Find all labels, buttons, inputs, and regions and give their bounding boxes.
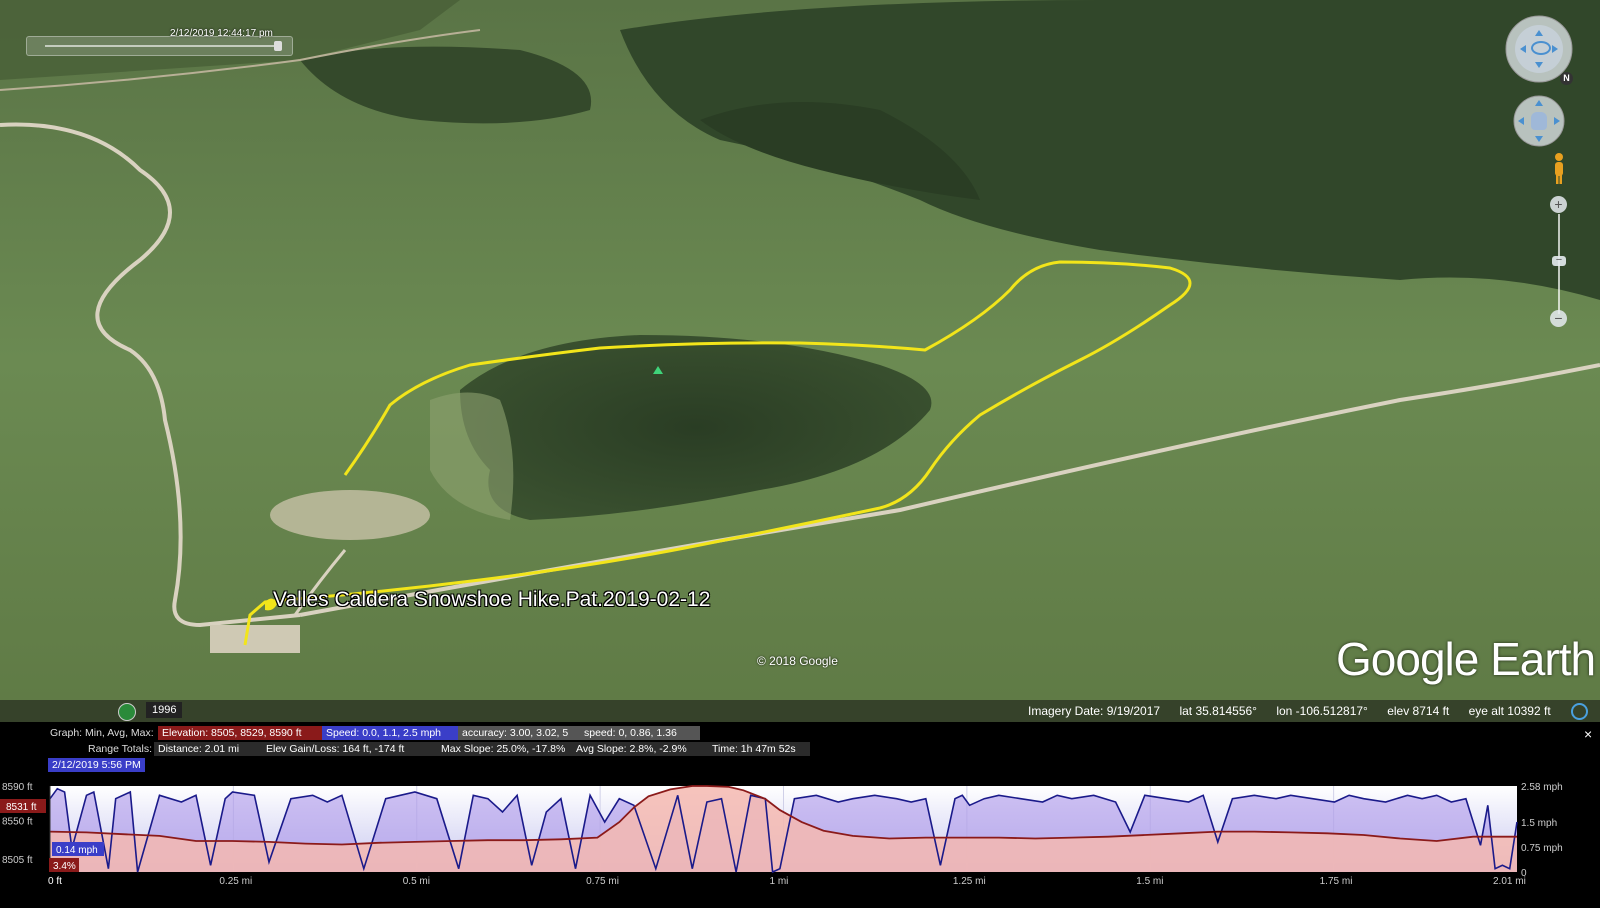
zoom-slider[interactable]: + − − [1549, 196, 1569, 334]
distance-total: Distance: 2.01 mi [154, 742, 262, 756]
zoom-out-button[interactable]: − [1550, 310, 1567, 327]
cursor-elevation-tag: 8531 ft [6, 802, 37, 813]
elevation-readout: elev 8714 ft [1387, 704, 1450, 718]
cursor-date-tag: 2/12/2019 5:56 PM [48, 758, 145, 772]
x-tick-label: 1.25 mi [953, 876, 986, 887]
graph-stats-label: Graph: Min, Avg, Max: [50, 727, 154, 739]
zoom-in-button[interactable]: + [1550, 196, 1567, 213]
y-left-tick-label: 8550 ft [2, 816, 33, 827]
copyright-notice: © 2018 Google [757, 654, 838, 668]
track-placemark-label[interactable]: Valles Caldera Snowshoe Hike.Pat.2019-02… [273, 588, 710, 612]
loading-indicator-icon [1571, 703, 1588, 720]
speed2-stats-button[interactable]: speed: 0, 0.86, 1.36 [580, 726, 700, 740]
x-tick-label: 1.5 mi [1136, 876, 1163, 887]
x-tick-label: 0.75 mi [586, 876, 619, 887]
look-joystick[interactable]: N [1504, 14, 1574, 85]
view-coordinates: Imagery Date: 9/19/2017 lat 35.814556° l… [1028, 704, 1567, 718]
move-joystick[interactable] [1512, 94, 1566, 148]
cursor-speed-tag: 0.14 mph [56, 845, 98, 856]
y-right-tick-label: 2.58 mph [1521, 782, 1563, 793]
x-tick-label: 0.5 mi [403, 876, 430, 887]
hand-icon [1531, 112, 1547, 130]
eye-icon [1531, 41, 1551, 55]
y-right-tick-label: 0 [1521, 868, 1527, 879]
elev-gain-loss-total: Elev Gain/Loss: 164 ft, -174 ft [262, 742, 438, 756]
speed-stats-button[interactable]: Speed: 0.0, 1.1, 2.5 mph [322, 726, 460, 740]
elevation-stats-button[interactable]: Elevation: 8505, 8529, 8590 ft [158, 726, 324, 740]
time-slider[interactable] [26, 36, 293, 56]
accuracy-stats-button[interactable]: accuracy: 3.00, 3.02, 5 [458, 726, 582, 740]
x-tick-label: 1 mi [770, 876, 789, 887]
elevation-profile-chart[interactable]: 0 ft 0.25 mi 0.5 mi 0.75 mi 1 mi 1.25 mi 1.5 m… [0, 772, 1600, 908]
status-bar: 1996 Imagery Date: 9/19/2017 lat 35.8145… [0, 700, 1600, 722]
historical-imagery-icon[interactable] [118, 703, 136, 721]
zoom-slider-handle[interactable]: − [1552, 255, 1566, 266]
x-tick-label: 0.25 mi [219, 876, 252, 887]
range-totals-label: Range Totals: [88, 743, 153, 755]
y-right-tick-label: 0.75 mph [1521, 843, 1563, 854]
imagery-date: Imagery Date: 9/19/2017 [1028, 704, 1161, 718]
max-slope-total: Max Slope: 25.0%, -17.8% [437, 742, 577, 756]
y-left-tick-label: 8590 ft [2, 782, 33, 793]
latitude-readout: lat 35.814556° [1179, 704, 1257, 718]
y-right-tick-label: 1.5 mph [1521, 818, 1557, 829]
map-view[interactable]: 2/12/2019 12:44:17 pm Valles Caldera Sno… [0, 0, 1600, 722]
google-earth-logo: Google Earth [1336, 633, 1596, 685]
historical-imagery-year[interactable]: 1996 [146, 702, 183, 718]
pegman-icon[interactable] [1551, 152, 1567, 186]
x-tick-label: 1.75 mi [1320, 876, 1353, 887]
north-indicator[interactable]: N [1560, 72, 1573, 85]
time-slider-handle[interactable] [274, 41, 282, 51]
time-slider-track [45, 45, 274, 47]
cursor-slope-tag: 3.4% [53, 861, 76, 872]
y-left-tick-label: 8505 ft [2, 855, 33, 866]
x-tick-label: 0 ft [48, 876, 62, 887]
avg-slope-total: Avg Slope: 2.8%, -2.9% [572, 742, 710, 756]
time-slider-timestamp: 2/12/2019 12:44:17 pm [170, 28, 273, 39]
time-total: Time: 1h 47m 52s [708, 742, 810, 756]
eye-altitude-readout: eye alt 10392 ft [1468, 704, 1551, 718]
longitude-readout: lon -106.512817° [1276, 704, 1368, 718]
terrain-imagery [0, 0, 1600, 722]
close-icon[interactable]: × [1584, 726, 1592, 742]
